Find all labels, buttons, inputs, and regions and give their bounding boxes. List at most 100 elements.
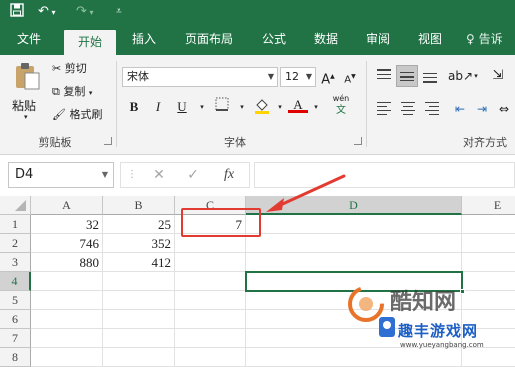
format-painter-button[interactable]: 🖌︎ 格式刷 xyxy=(52,107,102,123)
align-right-icon[interactable] xyxy=(422,99,442,119)
cell-a6[interactable] xyxy=(31,310,103,329)
row-header-5[interactable]: 5 xyxy=(0,291,31,310)
tab-view[interactable]: 视图 xyxy=(408,24,452,55)
cell-a8[interactable] xyxy=(31,348,103,367)
cell-b2[interactable]: 352 xyxy=(103,234,175,253)
cell-e2[interactable] xyxy=(462,234,515,253)
customize-qat-icon[interactable]: ⩡ xyxy=(116,3,122,21)
tab-page-layout[interactable]: 页面布局 xyxy=(174,24,244,55)
fill-handle[interactable] xyxy=(460,289,465,294)
font-launcher-icon[interactable] xyxy=(354,137,362,145)
shrink-font-button[interactable]: A▼ xyxy=(340,67,360,87)
font-size-select[interactable]: 12 ▼ xyxy=(280,67,316,87)
chevron-down-icon[interactable]: ▾ xyxy=(270,97,290,117)
name-box[interactable]: D4 ▼ xyxy=(8,162,114,188)
increase-indent-icon[interactable]: ⇥ xyxy=(472,99,492,119)
cell-e8[interactable] xyxy=(462,348,515,367)
decrease-indent-icon[interactable]: ⇤ xyxy=(450,99,470,119)
cell-a1[interactable]: 32 xyxy=(31,215,103,234)
chevron-down-icon[interactable]: ▾ xyxy=(232,97,252,117)
cancel-icon[interactable]: ✕ xyxy=(145,163,173,187)
bold-button[interactable]: B xyxy=(124,97,144,117)
cut-button[interactable]: ✂ 剪切 xyxy=(52,61,87,77)
cell-e5[interactable] xyxy=(462,291,515,310)
cell-c5[interactable] xyxy=(175,291,246,310)
column-header-e[interactable]: E xyxy=(462,196,515,215)
tab-file[interactable]: 文件 xyxy=(4,24,54,55)
top-align-icon[interactable] xyxy=(374,65,394,87)
row-header-6[interactable]: 6 xyxy=(0,310,31,329)
cell-e1[interactable] xyxy=(462,215,515,234)
chevron-down-icon[interactable]: ▾ xyxy=(466,66,486,86)
enter-icon[interactable]: ✓ xyxy=(179,163,207,187)
orientation-icon[interactable]: ab↗ xyxy=(448,66,473,86)
annotation-arrow-icon xyxy=(266,174,346,212)
cell-b6[interactable] xyxy=(103,310,175,329)
select-all-button[interactable] xyxy=(0,196,31,215)
grow-font-button[interactable]: A▲ xyxy=(318,67,338,87)
cell-d1[interactable] xyxy=(246,215,462,234)
cell-d3[interactable] xyxy=(246,253,462,272)
cell-a2[interactable]: 746 xyxy=(31,234,103,253)
row-header-3[interactable]: 3 xyxy=(0,253,31,272)
column-header-b[interactable]: B xyxy=(103,196,175,215)
cell-c3[interactable] xyxy=(175,253,246,272)
cell-a4[interactable] xyxy=(31,272,103,291)
clipboard-launcher-icon[interactable] xyxy=(104,137,112,145)
cell-c7[interactable] xyxy=(175,329,246,348)
bottom-align-icon[interactable] xyxy=(420,65,440,87)
cell-b3[interactable]: 412 xyxy=(103,253,175,272)
font-color-icon[interactable]: A xyxy=(288,95,308,113)
ribbon: 粘贴 ▾ ✂ 剪切 ⧉ 复制 ▾ 🖌︎ 格式刷 剪贴板 宋体 ▼ 12 ▼ A▲… xyxy=(0,55,515,155)
watermark-text: 酷知网 xyxy=(390,290,457,315)
cell-a3[interactable]: 880 xyxy=(31,253,103,272)
phonetic-guide-icon[interactable]: wén 文 xyxy=(330,93,352,116)
italic-button[interactable]: I xyxy=(148,97,168,117)
cell-c6[interactable] xyxy=(175,310,246,329)
row-header-4[interactable]: 4 xyxy=(0,272,31,291)
cell-e4[interactable] xyxy=(462,272,515,291)
cell-a7[interactable] xyxy=(31,329,103,348)
undo-icon[interactable]: ↶ ▾ xyxy=(38,3,55,22)
underline-button[interactable]: U xyxy=(172,97,192,117)
cell-a5[interactable] xyxy=(31,291,103,310)
tab-home[interactable]: 开始 xyxy=(64,30,116,55)
merge-center-icon[interactable]: ⇔ xyxy=(494,99,514,119)
row-header-8[interactable]: 8 xyxy=(0,348,31,367)
align-center-icon[interactable] xyxy=(398,99,418,119)
cell-b5[interactable] xyxy=(103,291,175,310)
borders-icon[interactable] xyxy=(212,97,232,117)
insert-function-button[interactable]: fx xyxy=(215,163,243,187)
row-header-7[interactable]: 7 xyxy=(0,329,31,348)
chevron-down-icon[interactable]: ▾ xyxy=(192,97,212,117)
fill-color-icon[interactable] xyxy=(252,97,272,117)
copy-icon: ⧉ xyxy=(52,85,60,98)
tab-insert[interactable]: 插入 xyxy=(122,24,166,55)
redo-icon[interactable]: ↷ ▾ xyxy=(76,3,93,22)
cell-b7[interactable] xyxy=(103,329,175,348)
row-header-2[interactable]: 2 xyxy=(0,234,31,253)
font-name-select[interactable]: 宋体 ▼ xyxy=(122,67,278,87)
cell-c4[interactable] xyxy=(175,272,246,291)
paste-button[interactable]: 粘贴 ▾ xyxy=(10,61,46,121)
cell-b4[interactable] xyxy=(103,272,175,291)
column-header-a[interactable]: A xyxy=(31,196,103,215)
tab-formulas[interactable]: 公式 xyxy=(252,24,296,55)
cell-e3[interactable] xyxy=(462,253,515,272)
row-header-1[interactable]: 1 xyxy=(0,215,31,234)
cell-d8[interactable] xyxy=(246,348,462,367)
cell-b8[interactable] xyxy=(103,348,175,367)
cell-c8[interactable] xyxy=(175,348,246,367)
save-icon[interactable] xyxy=(10,3,24,23)
copy-button[interactable]: ⧉ 复制 ▾ xyxy=(52,84,92,101)
lightbulb-icon: ♀ xyxy=(466,32,475,46)
align-left-icon[interactable] xyxy=(374,99,394,119)
tab-data[interactable]: 数据 xyxy=(304,24,348,55)
wrap-text-icon[interactable]: ⇲ xyxy=(488,66,508,86)
tab-review[interactable]: 审阅 xyxy=(356,24,400,55)
cell-d2[interactable] xyxy=(246,234,462,253)
chevron-down-icon[interactable]: ▾ xyxy=(306,97,326,117)
tell-me[interactable]: ♀ 告诉 xyxy=(466,24,515,55)
middle-align-icon[interactable] xyxy=(396,65,418,87)
cell-b1[interactable]: 25 xyxy=(103,215,175,234)
